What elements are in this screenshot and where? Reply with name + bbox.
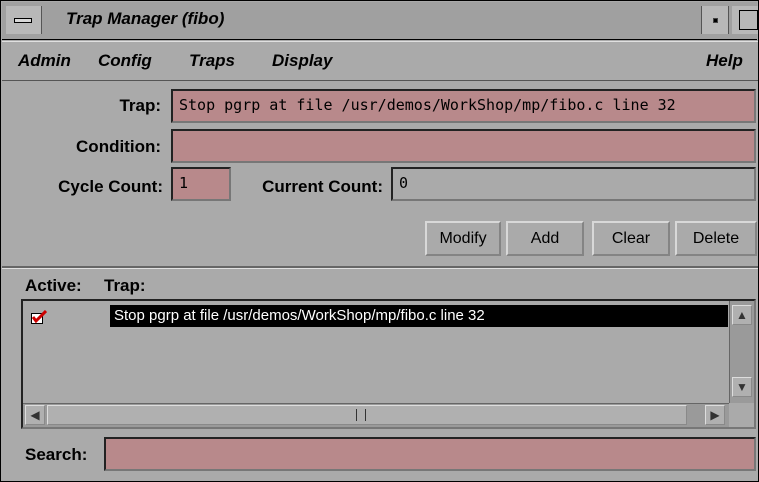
menu-display[interactable]: Display	[272, 51, 332, 71]
maximize-button[interactable]	[732, 6, 758, 34]
menu-config[interactable]: Config	[98, 51, 152, 71]
trap-list[interactable]: Stop pgrp at file /usr/demos/WorkShop/mp…	[21, 299, 756, 429]
window-menu-icon	[14, 18, 32, 23]
minimize-icon	[713, 18, 718, 23]
trap-manager-window: Trap Manager (fibo) Admin Config Traps D…	[0, 0, 759, 482]
current-count-field: 0	[391, 167, 756, 201]
trap-label: Trap:	[119, 96, 161, 115]
cycle-count-field[interactable]: 1	[171, 167, 231, 201]
add-button[interactable]: Add	[506, 221, 584, 256]
search-field[interactable]	[104, 437, 756, 471]
thumb-grip-icon	[356, 409, 366, 421]
title-bar[interactable]: Trap Manager (fibo)	[2, 2, 758, 40]
scroll-up-icon[interactable]: ▲	[732, 305, 752, 325]
list-item[interactable]: Stop pgrp at file /usr/demos/WorkShop/mp…	[25, 305, 728, 329]
search-label: Search:	[25, 445, 88, 464]
checkmark-icon[interactable]	[31, 310, 47, 324]
window-menu-button[interactable]	[6, 6, 42, 34]
scroll-right-icon[interactable]: ▶	[705, 405, 725, 425]
current-count-label: Current Count:	[262, 177, 383, 196]
menu-admin[interactable]: Admin	[18, 51, 71, 71]
vertical-scrollbar[interactable]: ▲ ▼	[729, 301, 754, 403]
active-column-header: Active:	[25, 276, 82, 295]
trap-field[interactable]: Stop pgrp at file /usr/demos/WorkShop/mp…	[171, 89, 756, 123]
minimize-button[interactable]	[701, 6, 729, 34]
trap-column-header: Trap:	[104, 276, 146, 295]
condition-label: Condition:	[76, 137, 161, 156]
cycle-count-label: Cycle Count:	[58, 177, 163, 196]
divider	[2, 266, 758, 269]
condition-field[interactable]	[171, 129, 756, 163]
clear-button[interactable]: Clear	[592, 221, 670, 256]
delete-button[interactable]: Delete	[675, 221, 757, 256]
maximize-icon	[739, 10, 758, 30]
scrollbar-thumb[interactable]	[47, 405, 687, 425]
window-title: Trap Manager (fibo)	[66, 9, 225, 28]
trap-entry-text[interactable]: Stop pgrp at file /usr/demos/WorkShop/mp…	[110, 305, 728, 327]
menu-traps[interactable]: Traps	[189, 51, 235, 71]
scroll-left-icon[interactable]: ◀	[25, 405, 45, 425]
modify-button[interactable]: Modify	[425, 221, 501, 256]
horizontal-scrollbar[interactable]: ◀ ▶	[23, 403, 729, 427]
scroll-down-icon[interactable]: ▼	[732, 377, 752, 397]
menu-help[interactable]: Help	[706, 51, 743, 71]
menu-bar: Admin Config Traps Display Help	[2, 41, 758, 81]
